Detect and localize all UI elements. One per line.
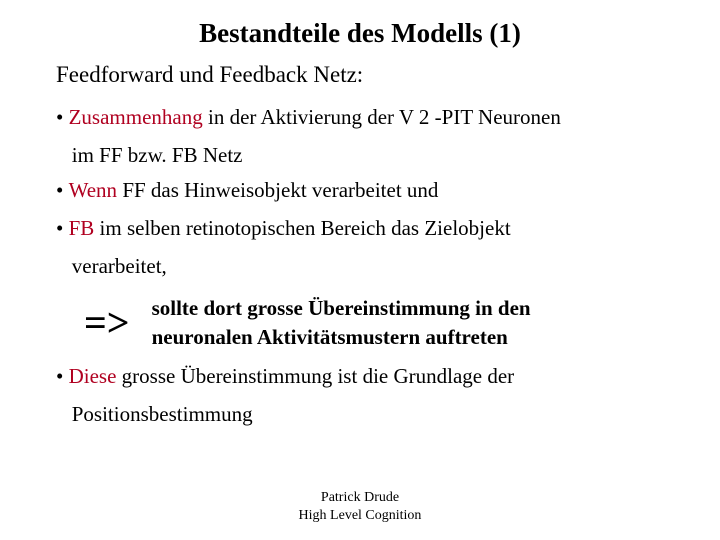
bullet-2: •Wenn FF das Hinweisobjekt verarbeitet u…: [56, 173, 664, 209]
bullet-dot-icon: •: [56, 211, 69, 247]
bullet-3-rest: im selben retinotopischen Bereich das Zi…: [94, 216, 510, 240]
slide-title: Bestandteile des Modells (1): [0, 18, 720, 49]
bullet-1: •Zusammenhang in der Aktivierung der V 2…: [56, 100, 664, 136]
bullet-2-highlight: Wenn: [69, 178, 117, 202]
implication-line-1: sollte dort grosse Übereinstimmung in de…: [152, 296, 531, 320]
footer-author: Patrick Drude: [321, 490, 399, 505]
bullet-dot-icon: •: [56, 173, 69, 209]
implication-row: => sollte dort grosse Übereinstimmung in…: [56, 294, 664, 351]
slide: Bestandteile des Modells (1) Feedforward…: [0, 0, 720, 540]
bullet-4-highlight: Diese: [69, 364, 117, 388]
bullet-4-cont: Positionsbestimmung: [56, 397, 664, 433]
slide-subtitle: Feedforward und Feedback Netz:: [56, 62, 363, 88]
bullet-3-cont: verarbeitet,: [56, 249, 664, 285]
implication-line-2: neuronalen Aktivitätsmustern auftreten: [152, 325, 508, 349]
footer-course: High Level Cognition: [299, 508, 422, 523]
bullet-4: •Diese grosse Übereinstimmung ist die Gr…: [56, 359, 664, 395]
bullet-dot-icon: •: [56, 359, 69, 395]
slide-footer: Patrick Drude High Level Cognition: [0, 489, 720, 524]
bullet-1-highlight: Zusammenhang: [69, 105, 203, 129]
bullet-3: •FB im selben retinotopischen Bereich da…: [56, 211, 664, 247]
bullet-dot-icon: •: [56, 100, 69, 136]
bullet-2-rest: FF das Hinweisobjekt verarbeitet und: [117, 178, 438, 202]
bullet-1-cont: im FF bzw. FB Netz: [56, 138, 664, 174]
bullet-3-highlight: FB: [69, 216, 95, 240]
bullet-4-rest: grosse Übereinstimmung ist die Grundlage…: [116, 364, 514, 388]
slide-body: •Zusammenhang in der Aktivierung der V 2…: [56, 100, 664, 433]
arrow-icon: =>: [56, 303, 152, 343]
implication-text: sollte dort grosse Übereinstimmung in de…: [152, 294, 531, 351]
bullet-1-rest: in der Aktivierung der V 2 -PIT Neuronen: [203, 105, 561, 129]
